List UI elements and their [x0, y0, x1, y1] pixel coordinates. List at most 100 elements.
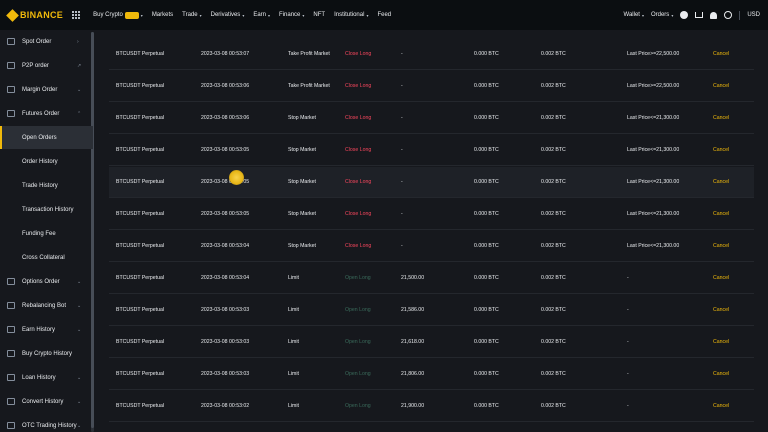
chevron-icon: ⌄ — [77, 278, 82, 285]
sidebar-item-label: Order History — [22, 158, 58, 165]
sidebar-item-futures-order[interactable]: Futures Order ⌃ — [0, 102, 93, 125]
price-cell: - — [401, 147, 403, 153]
sidebar-item-margin-order[interactable]: Margin Order ⌄ — [0, 78, 93, 101]
trigger-condition-cell: - — [627, 371, 629, 377]
sidebar-item-label: Transaction History — [22, 206, 74, 213]
amount-cell: 0.002 BTC — [541, 211, 566, 217]
bot-icon — [7, 302, 15, 309]
sidebar-item-label: Spot Order — [22, 38, 52, 45]
order-type-cell: Stop Market — [288, 147, 316, 153]
chevron-icon: › — [77, 38, 79, 45]
download-icon[interactable] — [695, 12, 704, 18]
cancel-button[interactable]: Cancel — [713, 327, 729, 358]
nav-item-institutional[interactable]: Institutional ▾ — [334, 12, 368, 18]
open-orders-table: BTCUSDT Perpetual 2023-03-08 00:53:07 Take… — [95, 30, 768, 432]
nav-item-derivatives[interactable]: Derivatives ▾ — [211, 12, 245, 18]
nav-item-finance[interactable]: Finance ▾ — [279, 12, 304, 18]
sidebar-item-funding-fee[interactable]: Funding Fee — [0, 222, 93, 245]
symbol-cell: BTCUSDT Perpetual — [116, 307, 165, 313]
sidebar-item-open-orders[interactable]: Open Orders — [0, 126, 93, 149]
cancel-button[interactable]: Cancel — [713, 359, 729, 390]
cancel-button[interactable]: Cancel — [713, 295, 729, 326]
filled-cell: 0.000 BTC — [474, 275, 499, 281]
chevron-icon: ⌄ — [77, 422, 82, 429]
sidebar: Spot Order › P2P order ↗ Margin Order ⌄ Future… — [0, 30, 94, 432]
cancel-button[interactable]: Cancel — [713, 135, 729, 166]
trigger-condition-cell: - — [627, 403, 629, 409]
sidebar-item-otc-trading-history[interactable]: OTC Trading History ⌄ — [0, 414, 93, 432]
order-type-cell: Stop Market — [288, 211, 316, 217]
sidebar-item-label: Buy Crypto History — [22, 350, 73, 357]
chevron-down-icon: ▾ — [671, 12, 674, 18]
buy-crypto-icon — [7, 350, 15, 357]
cancel-button[interactable]: Cancel — [713, 103, 729, 134]
cancel-button[interactable]: Cancel — [713, 391, 729, 422]
side-cell: Close Long — [345, 115, 372, 121]
time-cell: 2023-03-08 00:53:04 — [201, 243, 250, 249]
sidebar-item-convert-history[interactable]: Convert History ⌄ — [0, 390, 93, 413]
chevron-icon: ⌄ — [77, 326, 82, 333]
currency-selector[interactable]: USD — [747, 12, 760, 18]
nav-item-nft[interactable]: NFT — [313, 12, 325, 18]
sidebar-item-order-history[interactable]: Order History — [0, 150, 93, 173]
price-cell: 21,500.00 — [401, 275, 425, 281]
user-icon[interactable] — [680, 11, 689, 19]
sidebar-item-p2p-order[interactable]: P2P order ↗ — [0, 54, 93, 77]
sidebar-item-options-order[interactable]: Options Order ⌄ — [0, 270, 93, 293]
sidebar-item-label: Open Orders — [22, 134, 57, 141]
time-cell: 2023-03-08 00:53:06 — [201, 115, 250, 121]
futures-icon — [7, 110, 15, 117]
chevron-down-icon: ▾ — [366, 12, 369, 18]
binance-logo[interactable]: BINANCE — [6, 8, 63, 22]
nav-label: NFT — [313, 12, 326, 18]
chevron-icon: ⌄ — [77, 302, 82, 309]
top-navigation-bar: BINANCE Buy Crypto ▾ Markets Trade ▾ Derivati… — [0, 0, 768, 30]
cancel-button[interactable]: Cancel — [713, 167, 729, 198]
time-cell: 2023-03-08 00:53:07 — [201, 51, 250, 57]
sidebar-item-label: Funding Fee — [22, 230, 56, 237]
loan-icon — [7, 374, 15, 381]
time-cell: 2023-03-08 00:53:03 — [201, 339, 250, 345]
sidebar-item-rebalancing-bot[interactable]: Rebalancing Bot ⌄ — [0, 294, 93, 317]
sidebar-item-earn-history[interactable]: Earn History ⌄ — [0, 318, 93, 341]
cancel-button[interactable]: Cancel — [713, 71, 729, 102]
sidebar-item-loan-history[interactable]: Loan History ⌄ — [0, 366, 93, 389]
filled-cell: 0.000 BTC — [474, 243, 499, 249]
cancel-button[interactable]: Cancel — [713, 39, 729, 70]
symbol-cell: BTCUSDT Perpetual — [116, 211, 165, 217]
globe-icon[interactable] — [724, 11, 733, 19]
wallet-menu[interactable]: Wallet ▾ — [624, 12, 644, 18]
nav-item-buy-crypto[interactable]: Buy Crypto ▾ — [93, 11, 143, 19]
sidebar-item-transaction-history[interactable]: Transaction History — [0, 198, 93, 221]
nav-item-feed[interactable]: Feed — [377, 12, 391, 18]
table-row: BTCUSDT Perpetual 2023-03-08 00:53:04 Limi… — [109, 263, 754, 294]
time-cell: 2023-03-08 00:53:05 — [201, 211, 250, 217]
nav-item-markets[interactable]: Markets — [152, 12, 173, 18]
cancel-button[interactable]: Cancel — [713, 263, 729, 294]
price-cell: - — [401, 83, 403, 89]
side-cell: Close Long — [345, 51, 372, 57]
symbol-cell: BTCUSDT Perpetual — [116, 51, 165, 57]
sidebar-item-label: Convert History — [22, 398, 64, 405]
nav-item-trade[interactable]: Trade ▾ — [182, 12, 201, 18]
sidebar-item-label: Trade History — [22, 182, 58, 189]
sidebar-item-buy-crypto-history[interactable]: Buy Crypto History — [0, 342, 93, 365]
side-cell: Open Long — [345, 275, 371, 281]
amount-cell: 0.002 BTC — [541, 83, 566, 89]
sidebar-item-label: Rebalancing Bot — [22, 302, 67, 309]
apps-grid-icon[interactable] — [72, 11, 81, 19]
orders-menu[interactable]: Orders ▾ — [651, 12, 673, 18]
order-type-cell: Limit — [288, 275, 299, 281]
sidebar-item-cross-collateral[interactable]: Cross Collateral — [0, 246, 93, 269]
trigger-condition-cell: Last Price<=21,300.00 — [627, 147, 680, 153]
table-row: BTCUSDT Perpetual 2023-03-08 00:53:06 Stop… — [109, 103, 754, 134]
p2p-icon — [7, 62, 15, 69]
bell-icon[interactable] — [710, 11, 718, 19]
sidebar-item-trade-history[interactable]: Trade History — [0, 174, 93, 197]
sidebar-item-spot-order[interactable]: Spot Order › — [0, 30, 93, 53]
time-cell: 2023-03-08 00:53:03 — [201, 371, 250, 377]
cancel-button[interactable]: Cancel — [713, 231, 729, 262]
nav-item-earn[interactable]: Earn ▾ — [253, 12, 270, 18]
cancel-button[interactable]: Cancel — [713, 199, 729, 230]
filled-cell: 0.000 BTC — [474, 115, 499, 121]
